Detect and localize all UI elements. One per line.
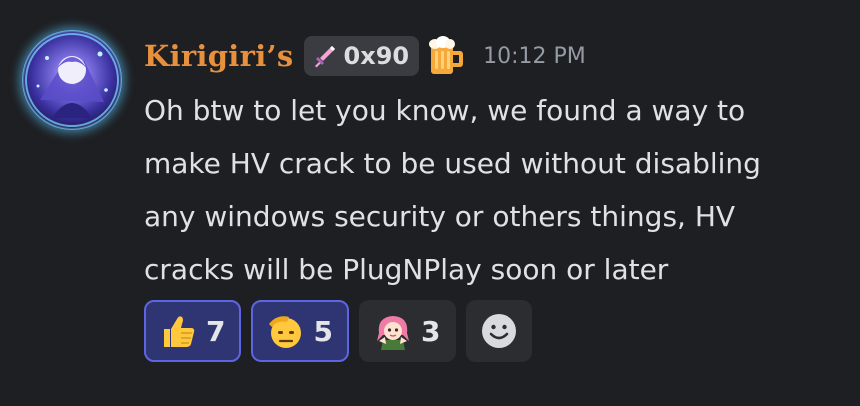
saluting-face-icon <box>269 316 302 348</box>
reaction-thumbs-up[interactable]: 7 <box>144 300 242 362</box>
add-reaction-button[interactable] <box>466 300 533 362</box>
chat-message: Kirigiri’s 0x90 10:12 PM Oh btw to let y… <box>0 0 860 406</box>
message-line: make HV crack to be used without disabli… <box>144 147 761 180</box>
reaction-count: 3 <box>420 314 441 348</box>
guild-tag-badge[interactable]: 0x90 <box>303 36 420 76</box>
message-line: cracks will be PlugNPlay soon or later <box>144 253 669 286</box>
avatar-art-icon <box>25 33 119 127</box>
beer-mug-icon <box>429 36 464 74</box>
reaction-bar: 7 5 3 <box>144 300 533 362</box>
sword-icon <box>314 46 335 68</box>
username[interactable]: Kirigiri’s <box>144 39 294 73</box>
user-avatar[interactable] <box>22 30 122 130</box>
message-content: Oh btw to let you know, we found a way t… <box>144 84 844 296</box>
reaction-count: 7 <box>206 314 226 348</box>
reaction-count: 5 <box>313 314 333 348</box>
reaction-saluting-face[interactable]: 5 <box>251 300 349 362</box>
message-line: any windows security or others things, H… <box>144 200 736 233</box>
message-line: Oh btw to let you know, we found a way t… <box>144 94 746 127</box>
anime-girl-sticker-icon <box>376 316 409 350</box>
message-header: Kirigiri’s 0x90 10:12 PM <box>144 31 586 81</box>
guild-tag-text: 0x90 <box>343 42 410 70</box>
thumbs-up-icon <box>164 316 195 347</box>
smiley-add-reaction-icon <box>482 314 517 348</box>
message-timestamp: 10:12 PM <box>483 43 586 69</box>
reaction-anime-sticker[interactable]: 3 <box>358 300 457 362</box>
